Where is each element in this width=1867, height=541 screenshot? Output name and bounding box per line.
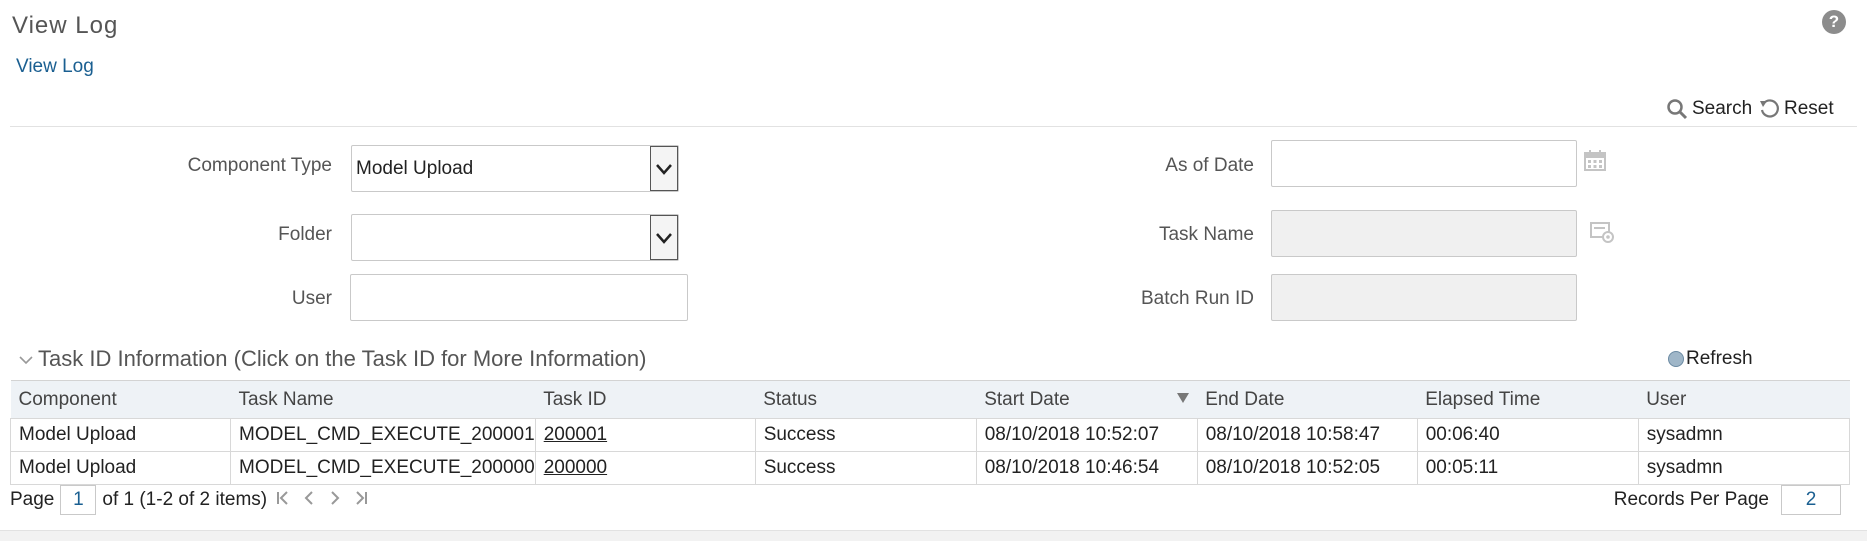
reset-button[interactable]: Reset xyxy=(1758,98,1834,120)
component-type-select[interactable]: Model Upload xyxy=(351,145,679,192)
pagination: Page 1 of 1 (1-2 of 2 items) xyxy=(10,485,371,515)
cell-component: Model Upload xyxy=(10,418,231,452)
cell-task-id: 200001 xyxy=(534,418,756,452)
help-icon[interactable]: ? xyxy=(1822,10,1846,34)
page-label: Page xyxy=(10,489,55,510)
search-label: Search xyxy=(1692,98,1753,119)
bottom-bar xyxy=(0,530,1867,541)
cell-task-name: MODEL_CMD_EXECUTE_200000 xyxy=(230,451,536,485)
page-summary: of 1 (1-2 of 2 items) xyxy=(102,489,268,510)
column-header[interactable]: User xyxy=(1638,380,1850,419)
section-title: Task ID Information (Click on the Task I… xyxy=(38,346,647,371)
chevron-down-icon[interactable] xyxy=(650,146,678,191)
search-icon xyxy=(1666,98,1688,120)
reset-label: Reset xyxy=(1784,98,1834,119)
task-id-link[interactable]: 200001 xyxy=(544,424,607,445)
component-type-label: Component Type xyxy=(187,155,332,176)
cell-end-date: 08/10/2018 10:52:05 xyxy=(1196,451,1418,485)
folder-select[interactable] xyxy=(351,214,679,261)
folder-label: Folder xyxy=(278,224,332,245)
task-id-link[interactable]: 200000 xyxy=(544,457,607,478)
column-header[interactable]: End Date xyxy=(1197,380,1418,419)
search-button[interactable]: Search xyxy=(1666,98,1752,120)
task-log-table: Component Task Name Task ID Status Start… xyxy=(10,380,1851,485)
column-header[interactable]: Elapsed Time xyxy=(1417,380,1639,419)
batch-run-id-input[interactable] xyxy=(1271,274,1577,321)
task-name-input[interactable] xyxy=(1271,210,1577,257)
cell-task-id: 200000 xyxy=(534,451,756,485)
current-page-input[interactable]: 1 xyxy=(60,485,97,515)
cell-start-date: 08/10/2018 10:46:54 xyxy=(975,451,1198,485)
cell-status: Success xyxy=(754,451,977,485)
cell-task-name: MODEL_CMD_EXECUTE_200001 xyxy=(230,418,536,452)
cell-status: Success xyxy=(754,418,977,452)
cell-user: sysadmn xyxy=(1637,451,1851,485)
sort-desc-icon[interactable] xyxy=(1177,393,1190,403)
cell-user: sysadmn xyxy=(1637,418,1851,452)
refresh-icon xyxy=(1668,351,1684,367)
page-title: View Log xyxy=(12,12,119,39)
user-input[interactable] xyxy=(350,274,688,321)
task-info-section-header[interactable]: Task ID Information (Click on the Task I… xyxy=(18,346,646,372)
as-of-date-label: As of Date xyxy=(1165,155,1254,176)
column-header[interactable]: Status xyxy=(755,380,977,419)
task-name-label: Task Name xyxy=(1158,224,1254,245)
component-type-value: Model Upload xyxy=(356,157,474,179)
table-row: Model Upload MODEL_CMD_EXECUTE_200000 20… xyxy=(10,451,1851,485)
user-label: User xyxy=(291,288,332,309)
next-page-icon[interactable] xyxy=(325,489,345,512)
table-header-row: Component Task Name Task ID Status Start… xyxy=(10,380,1850,419)
cell-elapsed-time: 00:06:40 xyxy=(1416,418,1639,452)
refresh-button[interactable]: Refresh xyxy=(1668,348,1753,370)
table-row: Model Upload MODEL_CMD_EXECUTE_200001 20… xyxy=(10,418,1851,452)
last-page-icon[interactable] xyxy=(351,489,371,512)
chevron-down-icon[interactable] xyxy=(18,346,34,372)
chevron-down-icon[interactable] xyxy=(650,215,678,260)
task-picker-icon[interactable] xyxy=(1589,220,1615,249)
reset-icon xyxy=(1758,98,1780,120)
cell-start-date: 08/10/2018 10:52:07 xyxy=(975,418,1198,452)
cell-component: Model Upload xyxy=(10,451,231,485)
column-header[interactable]: Task Name xyxy=(230,380,536,419)
column-header-start-date[interactable]: Start Date xyxy=(976,380,1198,419)
first-page-icon[interactable] xyxy=(273,489,293,512)
records-per-page-label: Records Per Page xyxy=(1613,489,1769,510)
as-of-date-input[interactable] xyxy=(1271,140,1577,187)
view-log-link[interactable]: View Log xyxy=(16,56,94,78)
cell-end-date: 08/10/2018 10:58:47 xyxy=(1196,418,1418,452)
batch-run-id-label: Batch Run ID xyxy=(1141,288,1254,309)
records-per-page-input[interactable]: 2 xyxy=(1781,485,1841,515)
previous-page-icon[interactable] xyxy=(299,489,319,512)
column-header[interactable]: Component xyxy=(10,380,231,419)
records-per-page: Records Per Page 2 xyxy=(1614,485,1841,515)
cell-elapsed-time: 00:05:11 xyxy=(1416,451,1639,485)
calendar-icon[interactable] xyxy=(1583,148,1607,177)
toolbar-divider xyxy=(10,126,1857,127)
refresh-label: Refresh xyxy=(1686,348,1753,369)
column-header[interactable]: Task ID xyxy=(535,380,756,419)
